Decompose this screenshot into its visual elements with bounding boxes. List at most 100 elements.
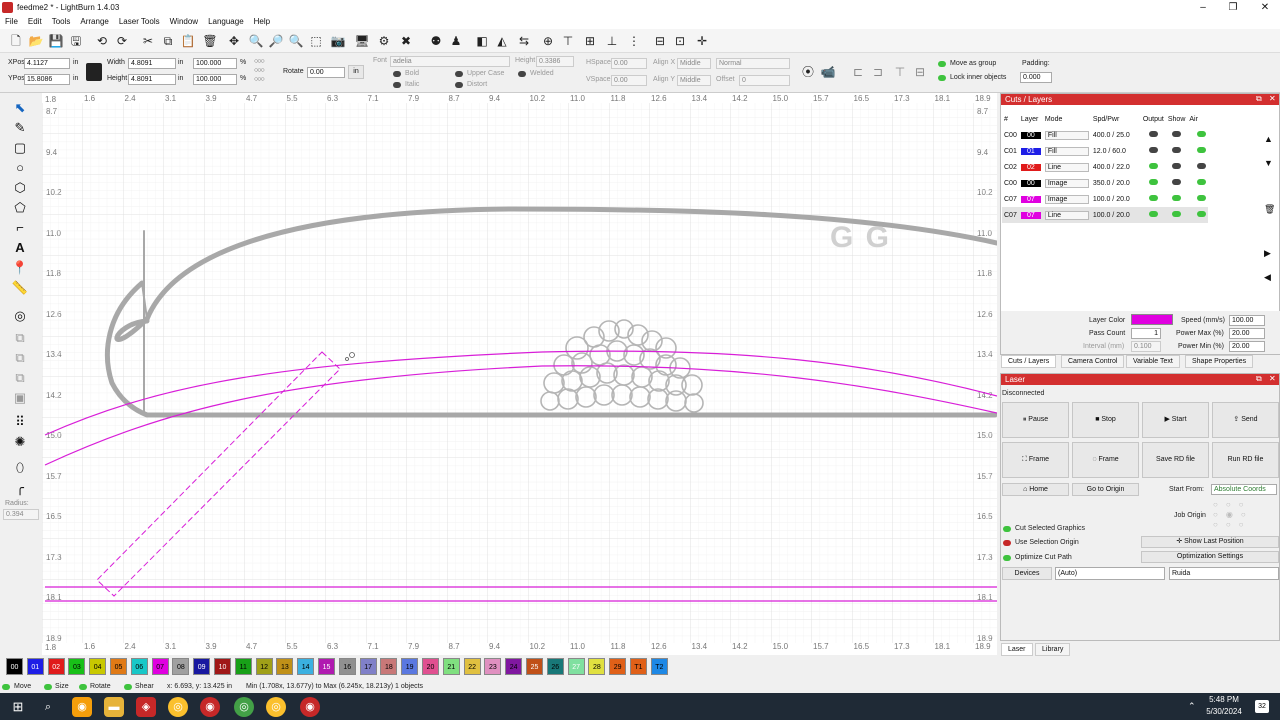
air-toggle[interactable]	[1197, 179, 1207, 185]
distribute-h-icon[interactable]: ⊟	[652, 33, 668, 49]
zoom-out-icon[interactable]: 🔍	[288, 33, 304, 49]
distribute-v-icon[interactable]: ⊡	[672, 33, 688, 49]
air-toggle[interactable]	[1197, 163, 1207, 169]
anchor-grid-icon[interactable]: ○○○ ○○○ ○○○	[254, 57, 280, 85]
layer-badge[interactable]: 02	[1020, 163, 1041, 171]
air-toggle[interactable]	[1197, 195, 1207, 201]
tab-cuts-layers[interactable]: Cuts / Layers	[1001, 355, 1057, 368]
search-icon[interactable]: ⌕	[38, 697, 58, 717]
menu-window[interactable]: Window	[165, 15, 203, 26]
clock-time[interactable]: 5:48 PM	[1204, 695, 1244, 704]
palette-swatch-14[interactable]: 14	[297, 658, 315, 675]
show-toggle[interactable]	[1171, 131, 1181, 137]
tab-variable-text[interactable]: Variable Text	[1126, 355, 1180, 368]
tab-shape-properties[interactable]: Shape Properties	[1185, 355, 1254, 368]
menu-language[interactable]: Language	[203, 15, 249, 26]
padding-input[interactable]: 0.000	[1020, 72, 1052, 83]
taskbar-app4-icon[interactable]: ◎	[266, 697, 286, 717]
air-toggle[interactable]	[1197, 211, 1207, 217]
ungroup-icon[interactable]: ♟	[448, 33, 464, 49]
palette-swatch-03[interactable]: 03	[68, 658, 86, 675]
optimize-toggle[interactable]	[1003, 555, 1011, 561]
output-toggle[interactable]	[1148, 179, 1158, 185]
zoom-in-icon[interactable]: 🔍	[248, 33, 264, 49]
layer-up-icon[interactable]: ▲	[1264, 134, 1273, 144]
layer-mode-select[interactable]: Image	[1044, 194, 1089, 204]
minimize-icon[interactable]: –	[1188, 1, 1218, 14]
vspace-input[interactable]: 0.00	[611, 75, 647, 86]
cut-icon[interactable]: ✂	[140, 33, 156, 49]
boolean-union-icon[interactable]: ⧉	[10, 329, 30, 347]
settings-icon[interactable]: ⚙	[376, 33, 392, 49]
new-file-icon[interactable]: 🗋	[8, 33, 24, 49]
air-toggle[interactable]	[1197, 147, 1207, 153]
layer-mode-select[interactable]: Line	[1044, 162, 1089, 172]
palette-swatch-28[interactable]: 28	[588, 658, 606, 675]
pass-input[interactable]: 1	[1131, 328, 1161, 339]
home-button[interactable]: ⌂ Home	[1002, 483, 1069, 496]
menu-edit[interactable]: Edit	[23, 15, 47, 26]
use-selection-origin-toggle[interactable]	[1003, 540, 1011, 546]
file-explorer-icon[interactable]: ▬	[104, 697, 124, 717]
palette-swatch-15[interactable]: 15	[318, 658, 335, 675]
rotate-input[interactable]: 0.00	[307, 67, 345, 78]
size-toggle[interactable]	[44, 684, 52, 690]
palette-swatch-24[interactable]: 24	[505, 658, 523, 675]
offset-input[interactable]: 0	[739, 75, 790, 86]
output-toggle[interactable]	[1148, 195, 1158, 201]
palette-swatch-04[interactable]: 04	[89, 658, 107, 675]
palette-swatch-02[interactable]: 02	[47, 658, 65, 675]
save-rd-button[interactable]: Save RD file	[1142, 442, 1209, 478]
weld-icon[interactable]: ▣	[10, 389, 30, 407]
layer-delete-icon[interactable]: 🗑	[1264, 204, 1275, 215]
tab-laser[interactable]: Laser	[1001, 643, 1033, 656]
lock-inner-toggle[interactable]	[938, 75, 946, 81]
scale-w-input[interactable]: 100.000	[193, 58, 237, 69]
layer-row[interactable]: C02 02 Line 400.0 / 22.0	[1002, 159, 1208, 175]
redo-icon[interactable]: ⟳	[114, 33, 130, 49]
normal-select[interactable]: Normal	[716, 58, 790, 69]
layer-color-swatch[interactable]	[1131, 314, 1173, 325]
ellipse-tool-icon[interactable]: ○	[10, 159, 30, 177]
palette-swatch-23[interactable]: 23	[484, 658, 502, 675]
layer-mode-select[interactable]: Line	[1044, 210, 1089, 220]
output-toggle[interactable]	[1148, 211, 1158, 217]
palette-swatch-20[interactable]: 20	[422, 658, 439, 675]
frame-circle-button[interactable]: ◌ Frame	[1072, 442, 1139, 478]
align-right-icon[interactable]: ⊤	[892, 64, 908, 80]
air-toggle[interactable]	[1197, 131, 1207, 137]
align-vtop-icon[interactable]: ⊟	[912, 64, 928, 80]
save-as-icon[interactable]: 🖫	[68, 33, 84, 49]
palette-swatch-06[interactable]: 06	[130, 658, 148, 675]
job-origin-grid[interactable]: ○○○ ○◉○ ○○○	[1213, 500, 1273, 530]
move-group-toggle[interactable]	[938, 61, 946, 67]
edit-nodes-icon[interactable]: ✎	[10, 119, 30, 137]
copy-icon[interactable]: ⧉	[160, 33, 176, 49]
show-toggle[interactable]	[1171, 211, 1181, 217]
chrome-icon[interactable]: ◎	[168, 697, 188, 717]
flip-v-icon[interactable]: ◭	[494, 33, 510, 49]
palette-swatch-21[interactable]: 21	[442, 658, 460, 675]
boolean-intersect-icon[interactable]: ⧉	[10, 369, 30, 387]
corner-radius-icon[interactable]: ╭	[10, 479, 30, 497]
paste-icon[interactable]: 📋	[180, 33, 196, 49]
cut-selected-toggle[interactable]	[1003, 526, 1011, 532]
circular-array-icon[interactable]: ✺	[10, 433, 30, 451]
select-tool-icon[interactable]: ⬉	[10, 99, 30, 117]
palette-swatch-01[interactable]: 01	[26, 658, 44, 675]
align-hcenter-icon[interactable]: ⊐	[870, 64, 886, 80]
tab-tool-icon[interactable]: ⬯	[10, 459, 30, 477]
palette-swatch-11[interactable]: 11	[234, 658, 252, 675]
layer-row[interactable]: C07 07 Line 100.0 / 20.0	[1002, 207, 1209, 223]
palette-swatch-T1[interactable]: T1	[630, 658, 647, 675]
boolean-diff-icon[interactable]: ⧉	[10, 349, 30, 367]
palette-swatch-10[interactable]: 10	[214, 658, 231, 675]
layer-badge[interactable]: 00	[1020, 131, 1041, 139]
panel-collapse-icon[interactable]: ◀	[1264, 272, 1271, 283]
bold-toggle[interactable]	[393, 71, 401, 77]
design-canvas[interactable]: 1.8 1.8	[42, 93, 997, 653]
align-middle-icon[interactable]: ⊞	[582, 33, 598, 49]
windows-start-icon[interactable]: ⊞	[8, 697, 28, 717]
layer-badge[interactable]: 07	[1020, 211, 1041, 219]
menu-tools[interactable]: Tools	[47, 15, 76, 26]
